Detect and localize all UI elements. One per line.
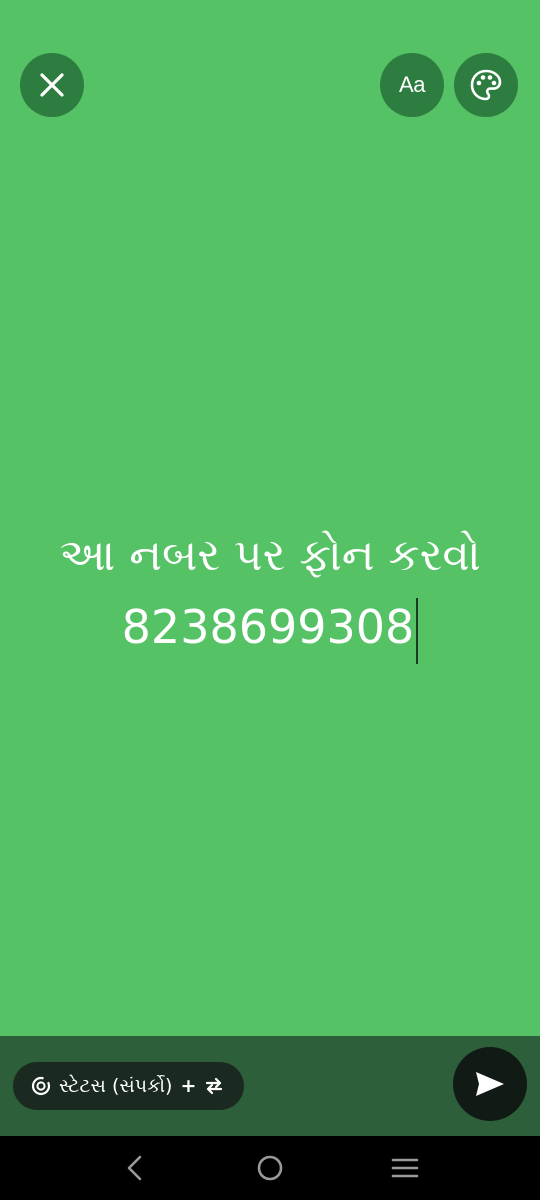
home-button[interactable] bbox=[250, 1148, 290, 1188]
status-audience-chip[interactable]: સ્ટેટસ (સંપર્કો) + bbox=[13, 1062, 245, 1110]
recents-icon bbox=[391, 1158, 419, 1178]
close-button[interactable] bbox=[20, 53, 84, 117]
color-palette-button[interactable] bbox=[454, 53, 518, 117]
close-icon bbox=[40, 73, 64, 97]
send-button[interactable] bbox=[453, 1047, 527, 1121]
text-cursor bbox=[416, 597, 419, 664]
font-style-label: Aa bbox=[399, 72, 425, 97]
send-icon bbox=[476, 1072, 504, 1096]
home-icon bbox=[257, 1155, 283, 1181]
status-text-line: 8238699308 bbox=[122, 592, 419, 664]
audience-plus: + bbox=[180, 1075, 197, 1097]
bottom-bar: સ્ટેટસ (સંપર્કો) + bbox=[0, 1036, 540, 1136]
status-compose-screen: Aa આ નબર પર ફોન કરવો 8238699308 સ્ટેટસ (… bbox=[0, 0, 540, 1200]
status-text-editor[interactable]: આ નબર પર ફોન કરવો 8238699308 bbox=[0, 520, 540, 664]
status-audience-label: સ્ટેટસ (સંપર્કો) bbox=[59, 1075, 173, 1097]
swap-icon bbox=[204, 1077, 224, 1095]
back-button[interactable] bbox=[115, 1148, 155, 1188]
back-icon bbox=[127, 1155, 142, 1181]
system-navigation-bar bbox=[0, 1136, 540, 1200]
recents-button[interactable] bbox=[385, 1148, 425, 1188]
font-style-button[interactable]: Aa bbox=[380, 53, 444, 117]
phone-number-text: 8238699308 bbox=[121, 600, 415, 654]
status-audience-icon bbox=[31, 1076, 51, 1096]
status-text-line: આ નબર પર ફોન કરવો bbox=[59, 530, 481, 581]
palette-icon bbox=[470, 69, 502, 101]
